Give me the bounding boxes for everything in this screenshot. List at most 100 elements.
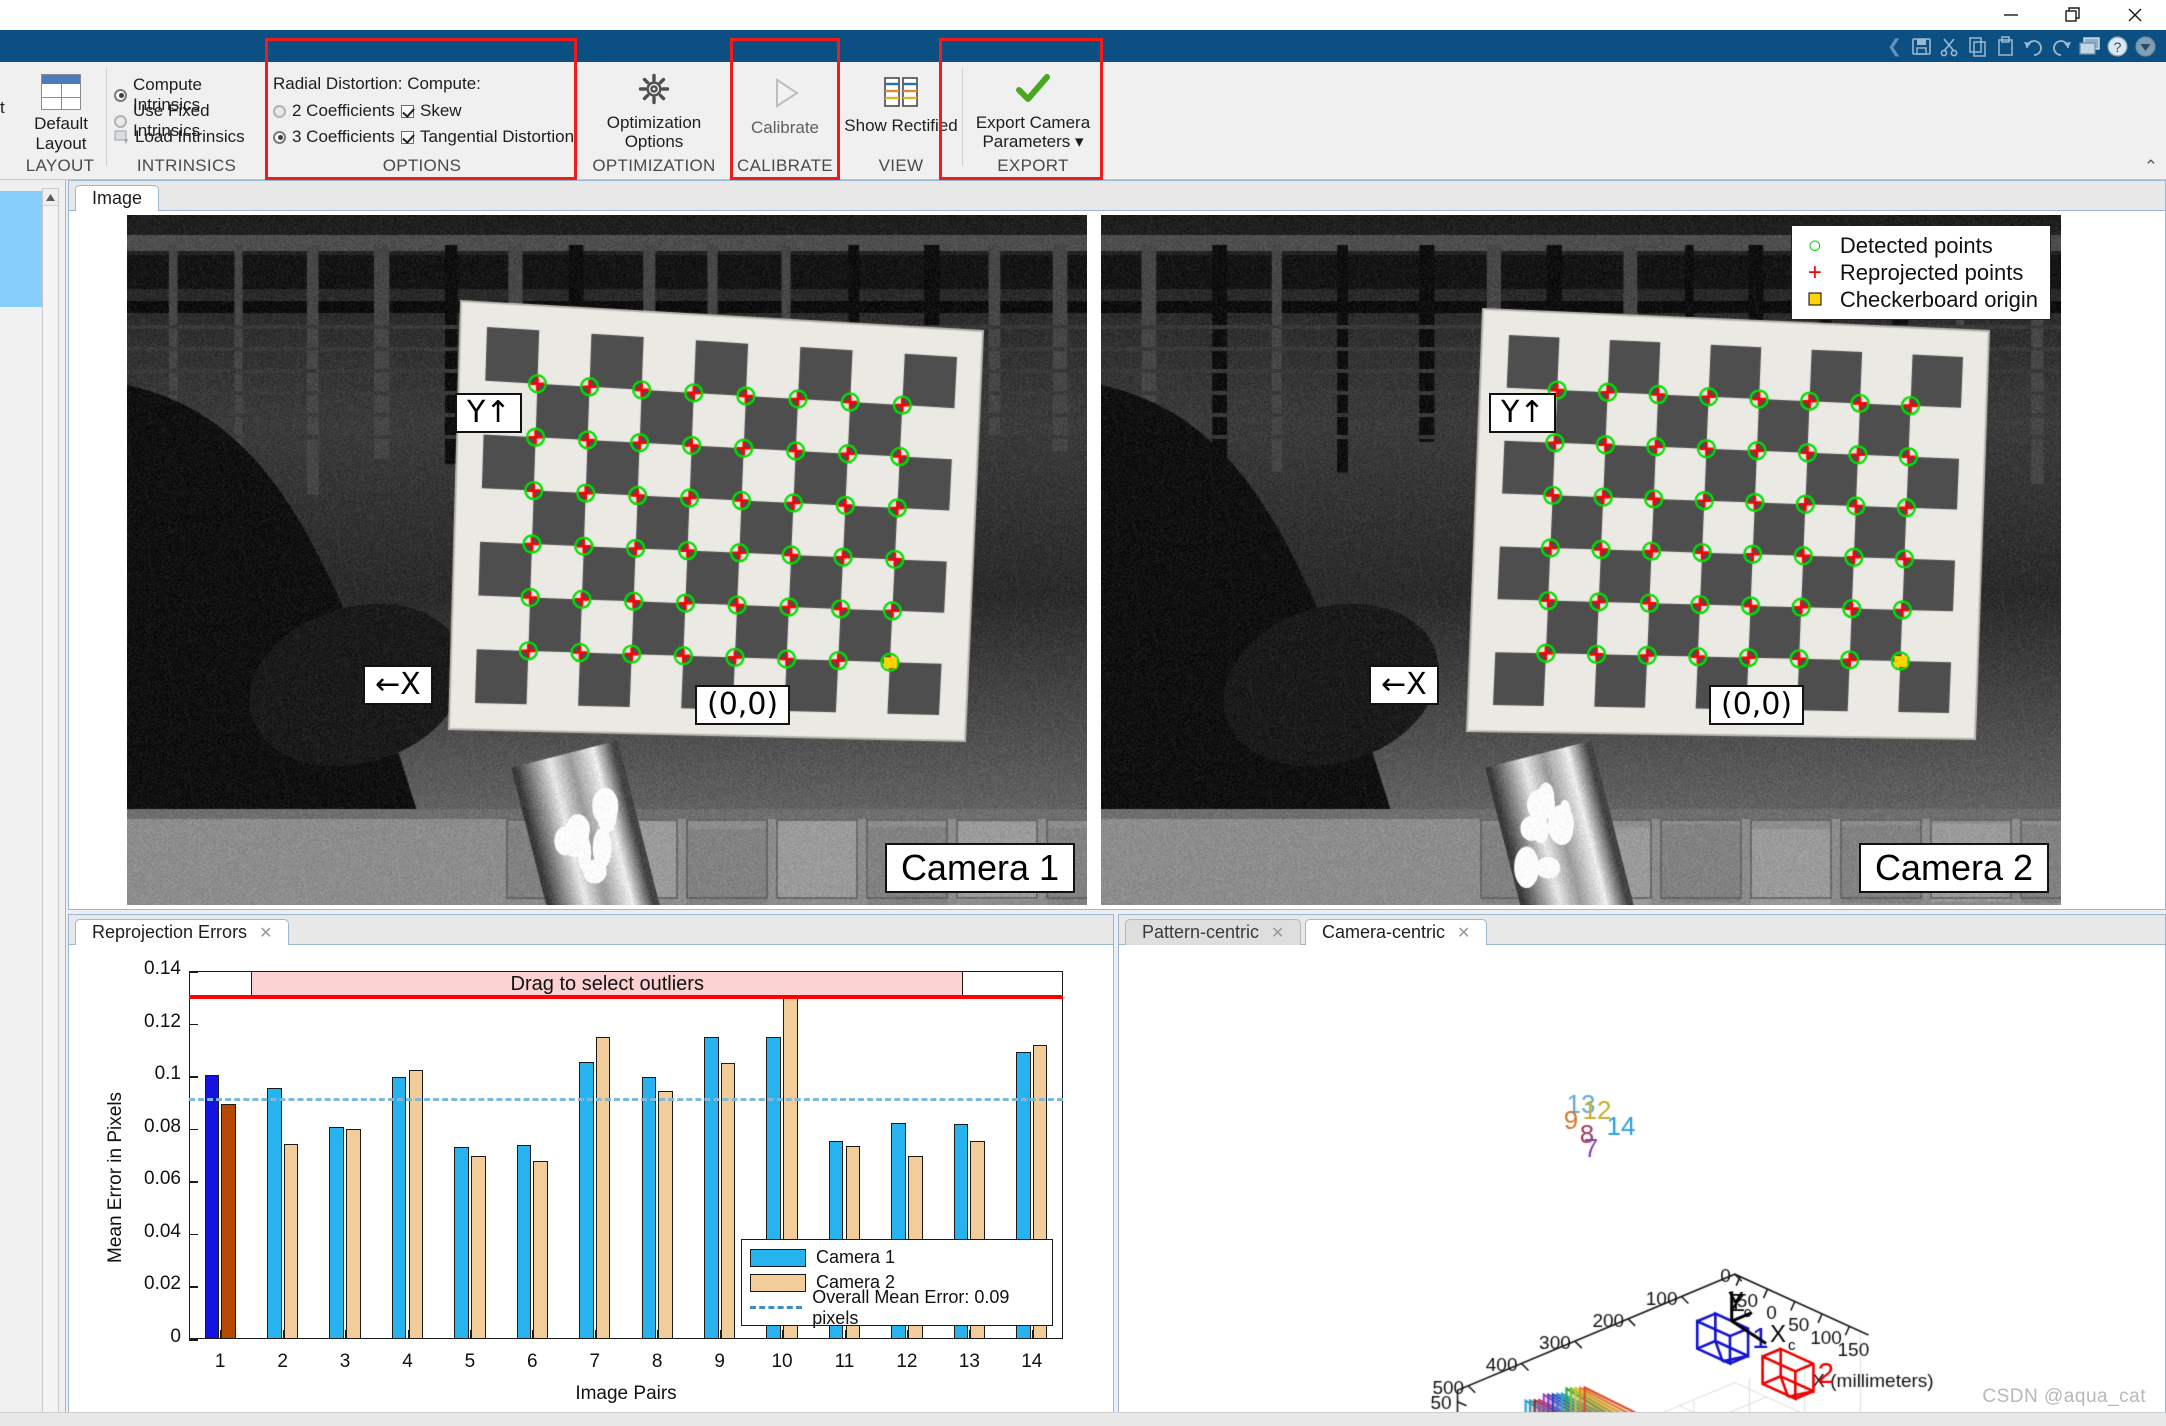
legend-detected-label: Detected points [1840,233,1993,259]
chart-y-tick: 0.08 [125,1116,181,1138]
chart-y-tick: 0.02 [125,1273,181,1295]
extrinsics-canvas[interactable] [1119,945,2165,1425]
tab-camera-centric[interactable]: Camera-centric ✕ [1305,919,1487,945]
default-layout-line1: Default [34,114,88,134]
copy-icon[interactable] [1964,34,1990,58]
tangential-distortion-checkbox[interactable]: Tangential Distortion [401,127,574,147]
close-icon[interactable]: ✕ [1457,923,1470,943]
ribbon-group-options: Radial Distortion: Compute: 2 Coefficien… [267,62,577,180]
reprojection-errors-chart[interactable]: Mean Error in Pixels00.020.040.060.080.1… [69,945,1113,1425]
chart-bar[interactable] [517,1145,532,1339]
three-coefficients-radio[interactable]: 3 Coefficients [273,127,395,147]
chart-bar[interactable] [579,1062,594,1339]
layout-icon[interactable] [2076,34,2102,58]
dropdown-icon[interactable] [2132,34,2158,58]
legend-label: Camera 1 [816,1247,895,1268]
app-body: Image Camera 1 Y↑ ←X (0,0) Camera 2 Y↑ ←… [0,180,2166,1426]
watermark: CSDN @aqua_cat [1982,1386,2146,1408]
show-rectified-button[interactable]: Show Rectified [844,76,958,135]
sidebar-scrollbar[interactable] [42,188,59,1418]
chart-x-tick: 14 [1002,1351,1062,1373]
chart-bar[interactable] [267,1088,282,1339]
minimize-icon[interactable] [1980,0,2042,30]
chart-y-tick: 0.04 [125,1221,181,1243]
ribbon-group-label-optimization: OPTIMIZATION [578,156,730,176]
chart-bar[interactable] [471,1156,486,1339]
tab-reprojection-errors[interactable]: Reprojection Errors ✕ [75,919,289,945]
restore-icon[interactable] [2042,0,2104,30]
chart-y-tick: 0.1 [125,1063,181,1085]
save-icon[interactable] [1908,34,1934,58]
gear-icon [637,72,671,111]
layout-grid-icon [41,74,81,110]
close-icon[interactable]: ✕ [259,923,272,943]
chart-y-tickmark [189,1339,198,1341]
help-icon[interactable]: ? [2104,34,2130,58]
ribbon-separator-2 [265,68,266,166]
quick-access-toolbar: ❮ ? [1887,32,2158,60]
optimization-options-button[interactable]: Optimization Options [592,72,716,152]
chart-bar[interactable] [221,1104,236,1339]
cut-icon[interactable] [1936,34,1962,58]
ribbon-left-remnant: t [0,98,5,118]
compute-heading: Compute: [407,74,481,93]
green-check-icon [1013,72,1053,111]
close-icon[interactable]: ✕ [1271,923,1284,943]
chart-bar[interactable] [596,1037,611,1339]
redo-icon[interactable] [2048,34,2074,58]
camera-1-image[interactable]: Camera 1 Y↑ ←X (0,0) [127,215,1087,905]
default-layout-button[interactable]: Default Layout [30,74,92,153]
chart-bar[interactable] [533,1161,548,1339]
chart-bar[interactable] [658,1091,673,1339]
tab-camera-centric-label: Camera-centric [1322,922,1445,943]
undo-icon[interactable] [2020,34,2046,58]
chart-x-axis-label: Image Pairs [189,1383,1063,1405]
errors-tabbar: Reprojection Errors ✕ [69,915,1113,945]
ribbon-group-export: Export Camera Parameters ▾ EXPORT [963,62,1103,180]
ribbon-group-label-view: VIEW [840,156,962,176]
chart-bar[interactable] [454,1147,469,1339]
chart-bar[interactable] [392,1077,407,1339]
camera-1-origin-label: (0,0) [695,685,790,725]
close-icon[interactable] [2104,0,2166,30]
load-intrinsics-button[interactable]: Load Intrinsics [114,127,245,147]
window-titlebar [0,0,2166,30]
chart-y-tick: 0 [125,1326,181,1348]
tab-image[interactable]: Image [75,185,159,211]
optimization-options-line2: Options [625,132,684,152]
outlier-selection-band[interactable]: Drag to select outliers [251,971,963,997]
skew-checkbox[interactable]: Skew [401,101,462,121]
two-coefficients-radio[interactable]: 2 Coefficients [273,101,395,121]
chart-bar[interactable] [329,1127,344,1339]
tab-pattern-centric[interactable]: Pattern-centric ✕ [1125,919,1301,945]
legend-row-reprojected: + Reprojected points [1800,259,2038,286]
ribbon-group-label-options: OPTIONS [267,156,577,176]
chart-bar[interactable] [409,1070,424,1339]
chart-bar[interactable] [346,1129,361,1339]
chart-x-tick: 11 [815,1351,875,1373]
camera-2-image[interactable]: Camera 2 Y↑ ←X (0,0) ○ Detected points +… [1101,215,2061,905]
export-camera-parameters-button[interactable]: Export Camera Parameters ▾ [967,72,1099,152]
checkbox-indicator-icon [401,131,414,144]
legend-row-detected: ○ Detected points [1800,232,2038,259]
chart-x-tickmark [720,1330,722,1339]
chart-x-tick: 2 [253,1351,313,1373]
camera-centric-3d-plot[interactable] [1119,945,2165,1425]
chart-bar[interactable] [704,1037,719,1339]
tab-reprojection-errors-label: Reprojection Errors [92,922,247,943]
sidebar-selected-item[interactable] [0,191,46,307]
image-list-sidebar[interactable] [0,180,66,1426]
outlier-threshold-line[interactable] [189,995,1063,999]
paste-icon[interactable] [1992,34,2018,58]
calibrate-button[interactable]: Calibrate [741,76,829,137]
scroll-up-icon[interactable] [43,189,58,206]
radio-indicator-icon [273,131,286,144]
chart-x-tick: 8 [627,1351,687,1373]
chart-bar[interactable] [642,1077,657,1339]
chart-bar[interactable] [284,1144,299,1339]
chart-bar[interactable] [205,1075,220,1339]
ribbon-collapse-icon[interactable]: ⌃ [2144,157,2158,177]
tangential-distortion-label: Tangential Distortion [420,127,574,147]
chart-bar[interactable] [721,1063,736,1339]
chart-x-tick: 5 [440,1351,500,1373]
